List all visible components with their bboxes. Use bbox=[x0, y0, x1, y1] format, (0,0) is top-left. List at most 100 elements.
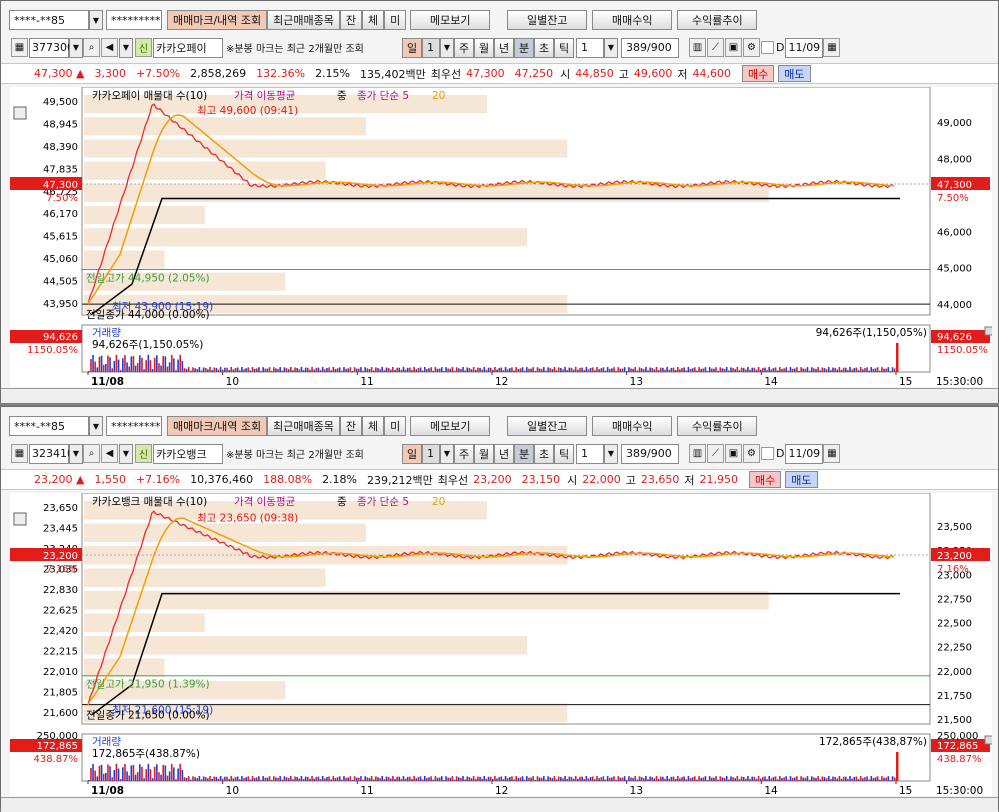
grid-icon[interactable] bbox=[13, 512, 27, 526]
chevron-down-icon[interactable]: ▼ bbox=[89, 10, 103, 30]
volume-bar bbox=[740, 776, 743, 781]
search-icon[interactable]: ⌕ bbox=[83, 38, 100, 57]
sell-button[interactable]: 매도 bbox=[785, 471, 818, 488]
period-month-button[interactable]: 월 bbox=[474, 443, 494, 464]
speaker-icon[interactable]: ◀ bbox=[101, 38, 118, 57]
daily-balance-button[interactable]: 일별잔고 bbox=[507, 10, 588, 30]
chevron-down-icon[interactable]: ▼ bbox=[604, 37, 618, 58]
daily-balance-button[interactable]: 일별잔고 bbox=[507, 416, 588, 436]
save-icon[interactable]: ▣ bbox=[725, 444, 742, 463]
period-week-button[interactable]: 주 bbox=[454, 37, 474, 58]
volume-bar bbox=[168, 362, 171, 372]
password-field[interactable]: ********* bbox=[106, 416, 162, 436]
recent-trades-button[interactable]: 최근매매종목 bbox=[267, 10, 340, 30]
volume-bar bbox=[345, 777, 347, 781]
chevron-down-icon[interactable]: ▼ bbox=[89, 416, 103, 436]
period-year-button[interactable]: 년 bbox=[494, 37, 514, 58]
unfilled-button[interactable]: 미 bbox=[384, 416, 407, 436]
volume-bar bbox=[543, 367, 545, 372]
sell-button[interactable]: 매도 bbox=[778, 65, 811, 82]
speaker-icon[interactable]: ◀ bbox=[101, 444, 118, 463]
profit-rate-button[interactable]: 수익률추이 bbox=[677, 416, 758, 436]
memo-button[interactable]: 메모보기 bbox=[410, 416, 491, 436]
volume-bar bbox=[883, 368, 885, 372]
date-input[interactable]: 11/09 bbox=[785, 37, 824, 58]
volume-bar bbox=[428, 368, 430, 372]
buy-button[interactable]: 매수 bbox=[742, 65, 775, 82]
chevron-down-icon[interactable]: ▼ bbox=[69, 37, 83, 58]
close-icon[interactable] bbox=[984, 735, 994, 745]
grid-icon[interactable] bbox=[13, 106, 27, 120]
calendar-icon[interactable]: ▦ bbox=[823, 444, 841, 463]
period-second-button[interactable]: 초 bbox=[534, 443, 554, 464]
search-icon[interactable]: ⌕ bbox=[83, 444, 100, 463]
stock-code-input[interactable]: 323410 bbox=[29, 443, 74, 464]
recent-trades-button[interactable]: 최근매매종목 bbox=[267, 416, 340, 436]
order-mark-button[interactable]: 매매마크/내역 조회 bbox=[167, 10, 268, 30]
date-checkbox[interactable] bbox=[761, 41, 774, 54]
period-day-button[interactable]: 일 bbox=[402, 37, 422, 58]
period-count[interactable]: 1 bbox=[422, 443, 440, 464]
chart-area[interactable]: 23,65023,44523,24023,03522,83022,62522,4… bbox=[10, 492, 994, 797]
balance-button[interactable]: 잔 bbox=[339, 10, 363, 30]
balance-button[interactable]: 잔 bbox=[339, 416, 363, 436]
save-icon[interactable]: ▣ bbox=[725, 38, 742, 57]
period-count[interactable]: 1 bbox=[422, 37, 440, 58]
date-input[interactable]: 11/09 bbox=[785, 443, 824, 464]
chevron-down-icon[interactable]: ▼ bbox=[604, 443, 618, 464]
volume-bar bbox=[770, 369, 773, 372]
password-field[interactable]: ********* bbox=[106, 10, 162, 30]
volume-bar bbox=[864, 777, 866, 781]
period-month-button[interactable]: 월 bbox=[474, 37, 494, 58]
bar-count[interactable]: 389/900 bbox=[621, 37, 679, 58]
chart-scrollbar[interactable] bbox=[1, 388, 998, 403]
candle-type-icon[interactable]: ▥ bbox=[689, 444, 706, 463]
chevron-down-icon[interactable]: ▼ bbox=[440, 37, 454, 58]
chevron-down-icon[interactable]: ▼ bbox=[119, 443, 133, 464]
period-minute-button[interactable]: 분 bbox=[514, 37, 534, 58]
volume-bar bbox=[870, 776, 873, 781]
tick-count[interactable]: 1 bbox=[576, 37, 604, 58]
buy-button[interactable]: 매수 bbox=[749, 471, 782, 488]
chevron-down-icon[interactable]: ▼ bbox=[119, 37, 133, 58]
period-week-button[interactable]: 주 bbox=[454, 443, 474, 464]
trade-profit-button[interactable]: 매매수익 bbox=[592, 416, 673, 436]
settings-icon[interactable]: ⚙ bbox=[743, 444, 760, 463]
account-select[interactable]: ****-**85 bbox=[9, 416, 89, 436]
settings-icon[interactable]: ⚙ bbox=[743, 38, 760, 57]
order-mark-button[interactable]: 매매마크/내역 조회 bbox=[167, 416, 268, 436]
grid-icon[interactable]: ▦ bbox=[11, 444, 28, 463]
memo-button[interactable]: 메모보기 bbox=[410, 10, 491, 30]
volume-bar bbox=[170, 355, 173, 372]
unfilled-button[interactable]: 미 bbox=[384, 10, 407, 30]
tick-count[interactable]: 1 bbox=[576, 443, 604, 464]
line-tool-icon[interactable]: ⟋ bbox=[707, 444, 724, 463]
chevron-down-icon[interactable]: ▼ bbox=[440, 443, 454, 464]
period-year-button[interactable]: 년 bbox=[494, 443, 514, 464]
account-select[interactable]: ****-**85 bbox=[9, 10, 89, 30]
period-tick-button[interactable]: 틱 bbox=[554, 37, 574, 58]
date-checkbox[interactable] bbox=[761, 447, 774, 460]
price-chart[interactable]: 49,50048,94548,39047,83546,72546,17045,6… bbox=[10, 86, 994, 388]
chevron-down-icon[interactable]: ▼ bbox=[69, 443, 83, 464]
volume-bar bbox=[228, 369, 230, 372]
grid-icon[interactable]: ▦ bbox=[11, 38, 28, 57]
profit-rate-button[interactable]: 수익률추이 bbox=[677, 10, 758, 30]
chart-scrollbar[interactable] bbox=[1, 797, 998, 812]
volume-bar bbox=[98, 765, 101, 781]
chart-area[interactable]: 49,500 48,945 48,390 47,835 46,725 46,170 45,6… bbox=[10, 86, 994, 388]
period-minute-button[interactable]: 분 bbox=[514, 443, 534, 464]
period-second-button[interactable]: 초 bbox=[534, 37, 554, 58]
filled-button[interactable]: 체 bbox=[362, 416, 385, 436]
filled-button[interactable]: 체 bbox=[362, 10, 385, 30]
period-day-button[interactable]: 일 bbox=[402, 443, 422, 464]
close-icon[interactable] bbox=[984, 326, 994, 336]
stock-code-input[interactable]: 377300 bbox=[29, 37, 74, 58]
price-chart[interactable]: 23,65023,44523,24023,03522,83022,62522,4… bbox=[10, 492, 994, 797]
line-tool-icon[interactable]: ⟋ bbox=[707, 38, 724, 57]
trade-profit-button[interactable]: 매매수익 bbox=[592, 10, 673, 30]
candle-type-icon[interactable]: ▥ bbox=[689, 38, 706, 57]
period-tick-button[interactable]: 틱 bbox=[554, 443, 574, 464]
calendar-icon[interactable]: ▦ bbox=[823, 38, 841, 57]
bar-count[interactable]: 389/900 bbox=[621, 443, 679, 464]
